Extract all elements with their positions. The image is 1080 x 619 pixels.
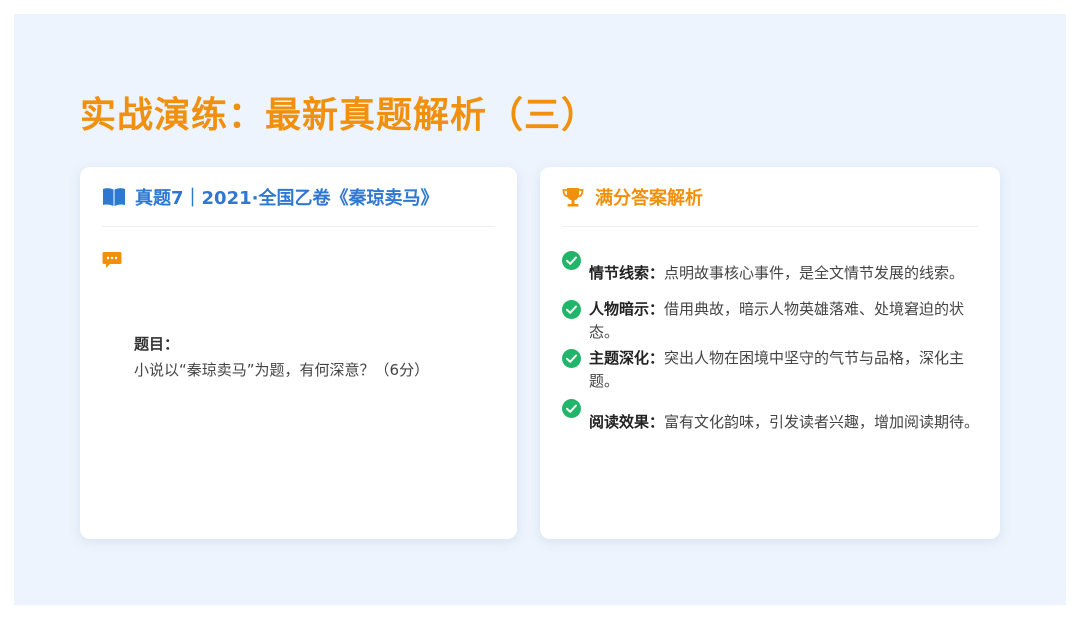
answer-key: 情节线索：: [589, 264, 665, 282]
answer-item: 情节线索：点明故事核心事件，是全文情节发展的线索。: [562, 251, 987, 301]
answer-text: 主题深化：突出人物在困境中坚守的气节与品格，深化主题。: [589, 347, 984, 393]
answer-card: 满分答案解析 情节线索：点明故事核心事件，是全文情节发展的线索。 人物暗示：借用…: [540, 167, 1000, 539]
check-circle-icon: [562, 251, 581, 270]
book-icon: [102, 185, 126, 209]
answer-key: 阅读效果：: [589, 413, 665, 431]
trophy-icon: [562, 185, 586, 209]
page-title: 实战演练：最新真题解析（三）: [80, 95, 599, 136]
answer-item: 阅读效果：富有文化韵味，引发读者兴趣，增加阅读期待。: [562, 399, 987, 449]
question-card: 真题7｜2021·全国乙卷《秦琼卖马》 题目： 小说以“秦琼卖马”为题，有何深意…: [80, 167, 517, 539]
check-circle-icon: [562, 349, 581, 368]
question-card-title: 真题7｜2021·全国乙卷《秦琼卖马》: [135, 187, 439, 209]
slide: 实战演练：最新真题解析（三） 真题7｜2021·全国乙卷《秦琼卖马》 题目： 小…: [14, 14, 1066, 605]
question-card-header: 真题7｜2021·全国乙卷《秦琼卖马》: [102, 167, 495, 227]
answer-text: 情节线索：点明故事核心事件，是全文情节发展的线索。: [589, 262, 984, 285]
check-circle-icon: [562, 399, 581, 418]
question-text: 小说以“秦琼卖马”为题，有何深意？（6分）: [134, 361, 430, 379]
answer-text: 人物暗示：借用典故，暗示人物英雄落难、处境窘迫的状态。: [589, 298, 984, 344]
answer-item: 人物暗示：借用典故，暗示人物英雄落难、处境窘迫的状态。: [562, 300, 987, 350]
answer-item: 主题深化：突出人物在困境中坚守的气节与品格，深化主题。: [562, 349, 987, 399]
check-circle-icon: [562, 300, 581, 319]
chat-icon: [102, 251, 122, 269]
answer-text: 阅读效果：富有文化韵味，引发读者兴趣，增加阅读期待。: [589, 411, 984, 434]
answer-card-header: 满分答案解析: [562, 167, 978, 227]
answer-key: 主题深化：: [589, 349, 665, 367]
answer-body: 富有文化韵味，引发读者兴趣，增加阅读期待。: [664, 413, 980, 431]
answer-key: 人物暗示：: [589, 300, 665, 318]
question-label: 题目：: [134, 335, 180, 353]
answer-body: 点明故事核心事件，是全文情节发展的线索。: [664, 264, 965, 282]
answer-card-title: 满分答案解析: [595, 187, 703, 209]
